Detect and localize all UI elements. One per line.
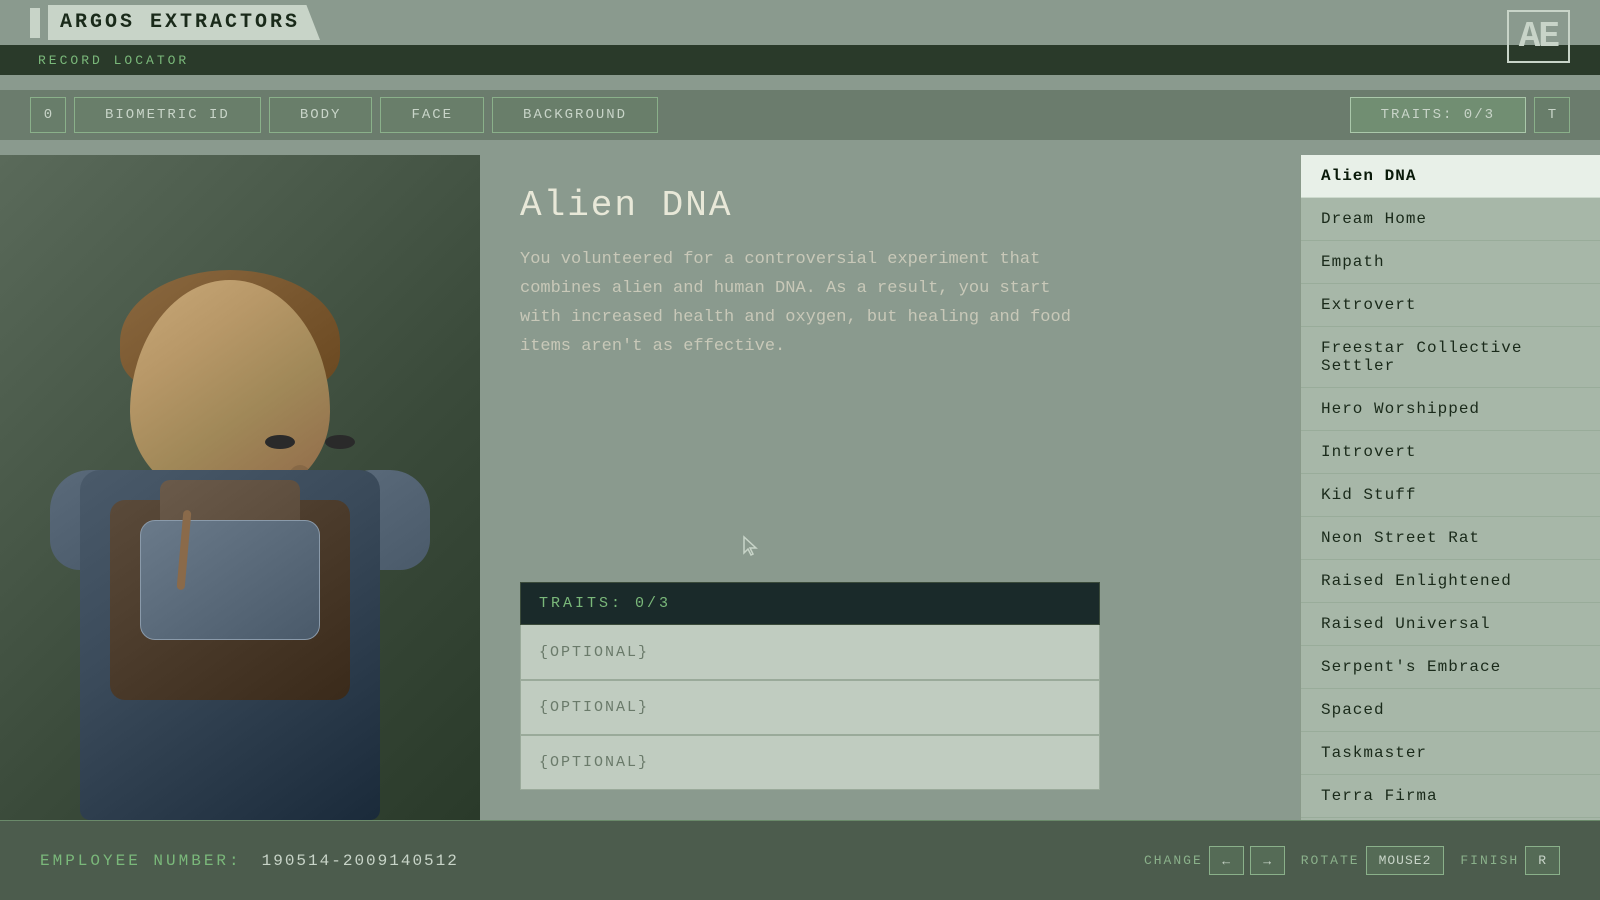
trait-list-item-3[interactable]: Extrovert	[1301, 284, 1600, 327]
char-eye-left	[265, 435, 295, 449]
trait-list-item-11[interactable]: Serpent's Embrace	[1301, 646, 1600, 689]
trait-list-item-7[interactable]: Kid Stuff	[1301, 474, 1600, 517]
rotate-button[interactable]: MOUSE2	[1366, 846, 1445, 875]
nav-right-icon[interactable]: T	[1534, 97, 1570, 133]
bottom-bar: EMPLOYEE NUMBER: 190514-2009140512 CHANG…	[0, 820, 1600, 900]
nav-left-icon[interactable]: 0	[30, 97, 66, 133]
trait-list-item-12[interactable]: Spaced	[1301, 689, 1600, 732]
trait-list-item-5[interactable]: Hero Worshipped	[1301, 388, 1600, 431]
portrait-area	[0, 155, 480, 820]
trait-list-item-0[interactable]: Alien DNA	[1301, 155, 1600, 198]
trait-slot-1[interactable]: {OPTIONAL}	[520, 625, 1100, 680]
character-figure	[30, 240, 450, 820]
trait-title: Alien DNA	[520, 185, 1260, 226]
traits-header: TRAITS: 0/3	[520, 582, 1100, 625]
tab-body[interactable]: BODY	[269, 97, 373, 133]
top-bar: ARGOS EXTRACTORS RECORD LOCATOR AE	[0, 0, 1600, 90]
company-logo-block	[30, 8, 40, 38]
change-next-button[interactable]: →	[1250, 846, 1285, 875]
change-label: CHANGE	[1144, 853, 1203, 868]
company-name: ARGOS EXTRACTORS	[48, 5, 320, 40]
rotate-action-group: ROTATE MOUSE2	[1301, 846, 1445, 875]
trait-list-item-9[interactable]: Raised Enlightened	[1301, 560, 1600, 603]
finish-action-group: FINISH R	[1460, 846, 1560, 875]
bottom-actions: CHANGE ← → ROTATE MOUSE2 FINISH R	[1144, 846, 1560, 875]
char-armor-chest	[140, 520, 320, 640]
tab-background[interactable]: BACKGROUND	[492, 97, 658, 133]
trait-list-item-14[interactable]: Terra Firma	[1301, 775, 1600, 818]
tab-face[interactable]: FACE	[380, 97, 484, 133]
nav-bar: 0 BIOMETRIC ID BODY FACE BACKGROUND TRAI…	[0, 90, 1600, 140]
trait-list-item-8[interactable]: Neon Street Rat	[1301, 517, 1600, 560]
mouse-cursor	[740, 535, 764, 564]
main-content: Alien DNA You volunteered for a controve…	[0, 155, 1600, 820]
record-locator-bar: RECORD LOCATOR	[0, 45, 1600, 75]
tab-biometric-id[interactable]: BIOMETRIC ID	[74, 97, 261, 133]
trait-list-item-10[interactable]: Raised Universal	[1301, 603, 1600, 646]
change-action-group: CHANGE ← →	[1144, 846, 1285, 875]
employee-number: 190514-2009140512	[262, 852, 459, 870]
trait-list-item-4[interactable]: Freestar Collective Settler	[1301, 327, 1600, 388]
rotate-label: ROTATE	[1301, 853, 1360, 868]
info-panel: Alien DNA You volunteered for a controve…	[480, 155, 1300, 820]
trait-list-item-13[interactable]: Taskmaster	[1301, 732, 1600, 775]
record-locator-text: RECORD LOCATOR	[38, 53, 189, 68]
finish-button[interactable]: R	[1525, 846, 1560, 875]
ae-logo: AE	[1507, 10, 1570, 63]
trait-list-item-1[interactable]: Dream Home	[1301, 198, 1600, 241]
finish-label: FINISH	[1460, 853, 1519, 868]
tab-traits[interactable]: TRAITS: 0/3	[1350, 97, 1526, 133]
trait-slot-3-label: {OPTIONAL}	[539, 754, 649, 771]
trait-description: You volunteered for a controversial expe…	[520, 246, 1100, 362]
employee-label: EMPLOYEE NUMBER:	[40, 852, 242, 870]
portrait-background	[0, 155, 480, 820]
traits-sidebar: Alien DNADream HomeEmpathExtrovertFreest…	[1300, 155, 1600, 820]
trait-slot-3[interactable]: {OPTIONAL}	[520, 735, 1100, 790]
char-eye-right	[325, 435, 355, 449]
company-bar: ARGOS EXTRACTORS	[0, 0, 1600, 45]
trait-slot-1-label: {OPTIONAL}	[539, 644, 649, 661]
traits-selection-box: TRAITS: 0/3 {OPTIONAL} {OPTIONAL} {OPTIO…	[520, 582, 1100, 790]
trait-list-item-2[interactable]: Empath	[1301, 241, 1600, 284]
trait-slot-2-label: {OPTIONAL}	[539, 699, 649, 716]
change-prev-button[interactable]: ←	[1209, 846, 1244, 875]
trait-slot-2[interactable]: {OPTIONAL}	[520, 680, 1100, 735]
trait-list-item-6[interactable]: Introvert	[1301, 431, 1600, 474]
